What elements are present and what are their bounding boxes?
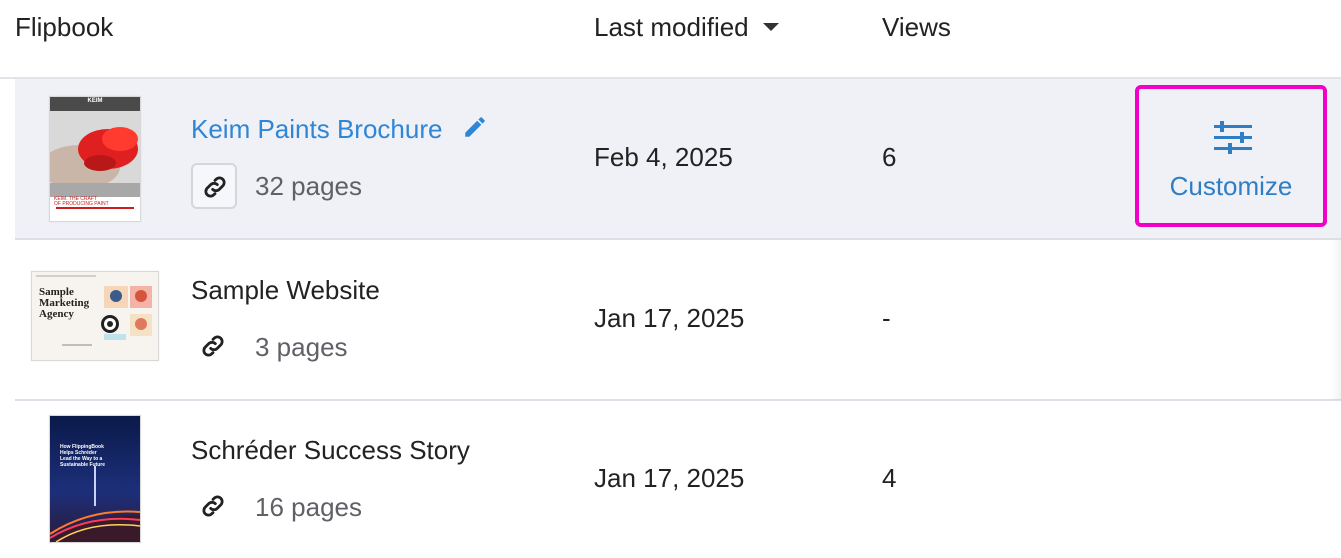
column-header-flipbook[interactable]: Flipbook [15,12,113,42]
column-header-flipbook-label: Flipbook [15,12,114,42]
table-row[interactable]: Sample Marketing Agency Sample Website 3… [15,240,1341,401]
thumbnail-brand-text: KEIM [87,98,103,104]
flipbook-table: Flipbook Last modified Views KEIM KEIM. … [0,0,1341,558]
table-row[interactable]: KEIM KEIM. THE CRAFT OF PRODUCING PAINT … [15,79,1341,240]
last-modified-date: Feb 4, 2025 [594,142,733,172]
flipbook-title-link[interactable]: Keim Paints Brochure [191,114,442,144]
sliders-icon [1214,121,1252,154]
last-modified-date: Jan 17, 2025 [594,303,745,333]
thumbnail-headline-line-2: OF PRODUCING PAINT [54,201,109,207]
page-count: 16 pages [255,492,362,522]
flipbook-thumbnail[interactable]: Sample Marketing Agency [31,271,159,361]
copy-link-button[interactable] [191,484,237,530]
flipbook-thumbnail[interactable]: How FlippingBook Helps Schréder Lead the… [49,415,141,543]
views-count: - [882,303,891,333]
column-header-views[interactable]: Views [882,12,951,42]
table-header: Flipbook Last modified Views [0,0,1341,79]
column-header-views-label: Views [882,12,951,42]
copy-link-button[interactable] [191,163,237,209]
link-icon [204,176,226,198]
page-count: 3 pages [255,332,348,362]
sort-desc-icon [762,23,779,32]
flipbook-title[interactable]: Sample Website [191,275,380,305]
schreder-cover-image [50,416,140,542]
edit-pencil-icon[interactable] [462,114,488,140]
thumbnail-headline-line-3: Agency [39,308,74,320]
flipbook-title[interactable]: Schréder Success Story [191,435,470,465]
last-modified-date: Jan 17, 2025 [594,463,745,493]
customize-label: Customize [1169,171,1293,201]
copy-link-button[interactable] [191,324,237,370]
page-count: 32 pages [255,171,362,201]
views-count: 6 [882,142,897,172]
link-icon [202,495,224,517]
views-count: 4 [882,463,897,493]
table-row[interactable]: How FlippingBook Helps Schréder Lead the… [15,400,1341,558]
column-header-last-modified[interactable]: Last modified [594,12,779,42]
column-header-last-modified-label: Last modified [594,12,749,42]
link-icon [202,335,224,357]
flipbook-thumbnail[interactable]: KEIM KEIM. THE CRAFT OF PRODUCING PAINT [49,96,141,222]
scroll-shadow [1331,240,1341,400]
customize-button[interactable]: Customize [1135,85,1327,227]
thumbnail-headline-line-4: Sustainable Future [60,462,106,468]
